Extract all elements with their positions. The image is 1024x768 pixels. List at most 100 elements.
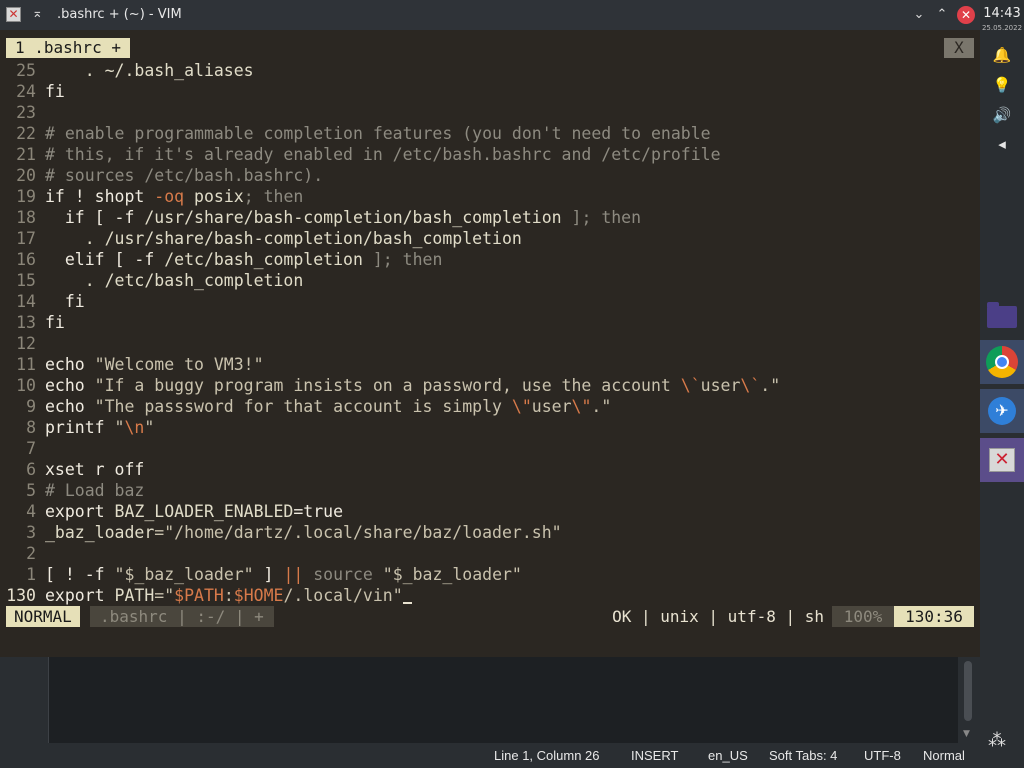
code-token: echo	[45, 355, 95, 374]
code-token: fi	[45, 82, 65, 101]
buffer-line[interactable]: 19 if ! shopt -oq posix; then	[0, 186, 303, 207]
minimize-button[interactable]: ⌄	[910, 6, 928, 24]
buffer-line[interactable]: 13 fi	[0, 312, 65, 333]
code-token: # enable programmable completion feature…	[45, 124, 711, 143]
window-titlebar[interactable]: ✕ ⌅ .bashrc + (~) - VIM ⌄ ⌃ ✕	[0, 0, 980, 30]
kdeconnect-icon: ✈	[988, 397, 1016, 425]
buffer-line[interactable]: 1 [ ! -f "$_baz_loader" ] || source "$_ba…	[0, 564, 522, 585]
buffer-line[interactable]: 22 # enable programmable completion featu…	[0, 123, 711, 144]
code-token: \`	[740, 376, 761, 395]
status-language[interactable]: en_US	[708, 743, 748, 768]
vim-statusline: NORMAL .bashrc | :-/ | + OK | unix | utf…	[6, 606, 974, 627]
code-token: ="	[154, 586, 175, 605]
buffer-line[interactable]: 17 . /usr/share/bash-completion/bash_com…	[0, 228, 522, 249]
buffer-line[interactable]: 10 echo "If a buggy program insists on a …	[0, 375, 780, 396]
buffer-line[interactable]: 6 xset r off	[0, 459, 144, 480]
status-highlight-mode[interactable]: Normal	[923, 743, 965, 768]
buffer-line[interactable]: 130 export PATH="$PATH:$HOME/.local/vin"	[0, 585, 412, 606]
code-token: echo	[45, 397, 95, 416]
code-token: export	[45, 586, 115, 605]
task-file-manager[interactable]	[980, 294, 1024, 338]
vertical-scrollbar[interactable]: ▼	[958, 657, 980, 743]
status-soft-tabs[interactable]: Soft Tabs: 4	[769, 743, 837, 768]
maximize-button[interactable]: ⌃	[933, 6, 951, 24]
buffer-line[interactable]: 4 export BAZ_LOADER_ENABLED=true	[0, 501, 343, 522]
tab-close-button[interactable]: X	[944, 38, 974, 58]
line-number: 2	[26, 544, 36, 563]
bell-icon[interactable]: 🔔	[980, 46, 1024, 64]
code-token: . ~/.bash_aliases	[45, 61, 254, 80]
line-number: 10	[16, 376, 36, 395]
vim-file-format: OK | unix | utf-8 | sh	[612, 607, 824, 626]
editor-text-area[interactable]	[49, 657, 958, 743]
line-number: 3	[26, 523, 36, 542]
close-button[interactable]: ✕	[957, 6, 975, 24]
code-token: user	[531, 397, 572, 416]
buffer-line[interactable]: 21 # this, if it's already enabled in /et…	[0, 144, 720, 165]
code-token: echo	[45, 376, 95, 395]
buffer-line[interactable]: 15 . /etc/bash_completion	[0, 270, 303, 291]
lightbulb-icon[interactable]: 💡	[980, 76, 1024, 94]
window-title: .bashrc + (~) - VIM	[57, 7, 182, 22]
code-token: "$_baz_loader"	[114, 565, 254, 584]
code-token: ]; then	[362, 250, 443, 269]
code-token: [ ! -f	[45, 565, 115, 584]
buffer-line[interactable]: 12	[0, 333, 45, 354]
task-kdeconnect[interactable]: ✈	[980, 389, 1024, 433]
close-icon: ✕	[960, 8, 972, 22]
code-token: ."	[760, 376, 781, 395]
editor-statusbar: Line 1, Column 26 INSERT en_US Soft Tabs…	[0, 743, 980, 768]
status-line-column[interactable]: Line 1, Column 26	[494, 743, 600, 768]
code-token: /usr/share/bash-completion/bash_completi…	[144, 208, 562, 227]
buffer-line[interactable]: 3 _baz_loader="/home/dartz/.local/share/b…	[0, 522, 562, 543]
task-vim[interactable]: ✕	[980, 438, 1024, 482]
speaker-icon[interactable]: 🔊	[980, 106, 1024, 124]
buffer-line[interactable]: 18 if [ -f /usr/share/bash-completion/ba…	[0, 207, 641, 228]
buffer-line[interactable]: 5 # Load baz	[0, 480, 144, 501]
tab-bashrc[interactable]: 1 .bashrc +	[6, 38, 130, 58]
buffer-line[interactable]: 23	[0, 102, 45, 123]
scrollbar-thumb[interactable]	[964, 661, 972, 721]
code-token: "	[144, 418, 155, 437]
buffer-line[interactable]: 14 fi	[0, 291, 85, 312]
code-token: source	[303, 565, 383, 584]
code-token: ]; then	[561, 208, 642, 227]
vim-mode: NORMAL	[6, 606, 80, 627]
vim-editor[interactable]: 1 .bashrc + X 25 . ~/.bash_aliases 24 fi 23…	[0, 30, 980, 657]
code-token: :	[223, 586, 234, 605]
line-number: 1	[26, 565, 36, 584]
tabline: 1 .bashrc + X	[0, 38, 980, 60]
buffer-line[interactable]: 11 echo "Welcome to VM3!"	[0, 354, 263, 375]
buffer-line[interactable]: 20 # sources /etc/bash.bashrc).	[0, 165, 323, 186]
chevron-up-icon: ⌃	[936, 7, 948, 22]
buffer-line[interactable]: 8 printf "\n"	[0, 417, 154, 438]
text-cursor	[402, 585, 412, 604]
scroll-down-icon[interactable]: ▼	[963, 729, 970, 739]
line-number: 13	[16, 313, 36, 332]
code-token: ."	[591, 397, 612, 416]
keep-above-icon[interactable]: ⌅	[32, 6, 46, 22]
arrow-left-icon[interactable]: ◂	[980, 135, 1024, 153]
code-token: ]	[253, 565, 284, 584]
code-token: "	[114, 418, 125, 437]
code-token: \n	[124, 418, 145, 437]
task-chrome[interactable]	[980, 340, 1024, 384]
line-number: 8	[26, 418, 36, 437]
side-panel: 14:43 25.05.2022 🔔 💡 🔊 ◂ ✈ ✕	[980, 0, 1024, 768]
buffer-line[interactable]: 9 echo "The passsword for that account is…	[0, 396, 611, 417]
buffer-line[interactable]: 16 elif [ -f /etc/bash_completion ]; the…	[0, 249, 442, 270]
background-editor: ▼ Line 1, Column 26 INSERT en_US Soft Ta…	[0, 657, 980, 768]
buffer-line[interactable]: 25 . ~/.bash_aliases	[0, 60, 254, 81]
status-input-mode[interactable]: INSERT	[631, 743, 678, 768]
buffer-line[interactable]: 7	[0, 438, 45, 459]
buffer-line[interactable]: 24 fi	[0, 81, 65, 102]
code-token: /etc/bash_completion	[164, 250, 363, 269]
vim-app-icon[interactable]: ✕	[6, 7, 21, 22]
code-token: ; then	[243, 187, 304, 206]
clock-time[interactable]: 14:43	[980, 6, 1024, 21]
status-encoding[interactable]: UTF-8	[864, 743, 901, 768]
line-number: 9	[26, 397, 36, 416]
kdeconnect-tray-icon[interactable]: ⁂	[988, 730, 1006, 751]
buffer-line[interactable]: 2	[0, 543, 45, 564]
line-number: 25	[16, 61, 36, 80]
